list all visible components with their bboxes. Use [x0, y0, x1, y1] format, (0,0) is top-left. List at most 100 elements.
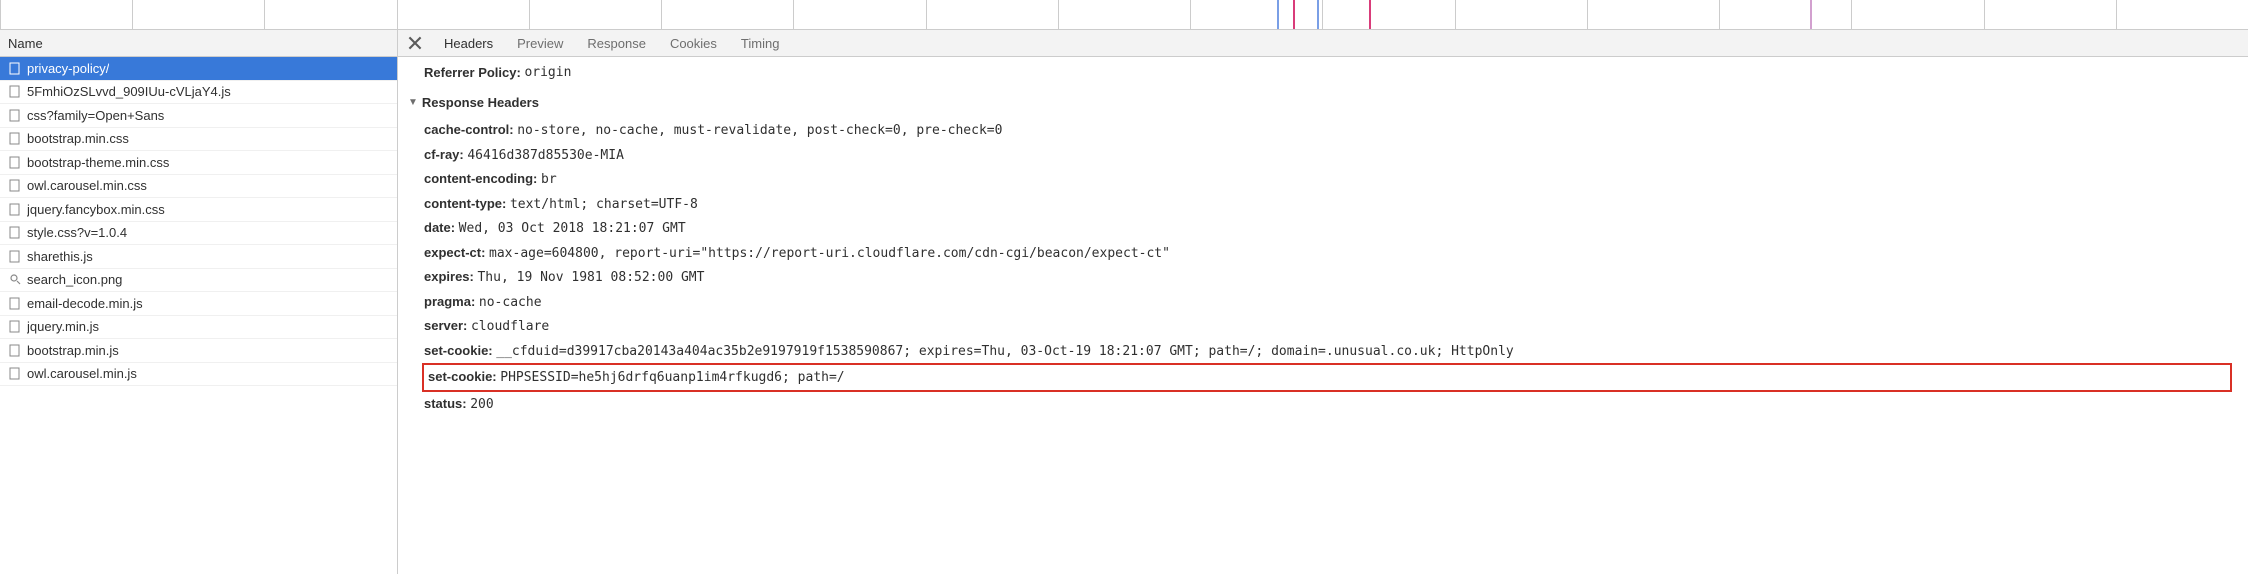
tab-response[interactable]: Response: [575, 30, 658, 56]
header-row: expires:Thu, 19 Nov 1981 08:52:00 GMT: [408, 265, 2232, 290]
timeline-cell: [793, 0, 925, 29]
header-value: br: [541, 168, 557, 192]
request-name: jquery.fancybox.min.css: [27, 202, 165, 217]
timeline-cell: [1587, 0, 1719, 29]
request-name: 5FmhiOzSLvvd_909IUu-cVLjaY4.js: [27, 84, 231, 99]
header-key: cf-ray:: [424, 143, 464, 167]
header-row: status:200: [408, 392, 2232, 417]
document-file-icon: [8, 250, 21, 263]
request-name: css?family=Open+Sans: [27, 108, 164, 123]
header-key: Referrer Policy:: [424, 61, 521, 85]
request-list[interactable]: privacy-policy/5FmhiOzSLvvd_909IUu-cVLja…: [0, 57, 397, 574]
highlighted-row: set-cookie: PHPSESSID=he5hj6drfq6uanp1im…: [422, 363, 2232, 392]
request-row[interactable]: owl.carousel.min.css: [0, 175, 397, 199]
headers-content[interactable]: Referrer Policy: origin ▼ Response Heade…: [398, 57, 2248, 574]
request-row[interactable]: bootstrap.min.js: [0, 339, 397, 363]
header-value: 46416d387d85530e-MIA: [467, 144, 624, 168]
timeline-mark: [1277, 0, 1279, 29]
tab-preview[interactable]: Preview: [505, 30, 575, 56]
header-key: set-cookie:: [428, 365, 497, 389]
header-row: content-encoding:br: [408, 167, 2232, 192]
header-value: Thu, 19 Nov 1981 08:52:00 GMT: [477, 266, 704, 290]
document-file-icon: [8, 179, 21, 192]
tab-cookies[interactable]: Cookies: [658, 30, 729, 56]
timeline-cell: [1851, 0, 1983, 29]
header-key: content-type:: [424, 192, 506, 216]
image-file-icon: [8, 273, 21, 286]
tab-headers[interactable]: Headers: [432, 30, 505, 56]
timeline-cell: [1984, 0, 2116, 29]
timeline-cell: [1190, 0, 1322, 29]
request-row[interactable]: owl.carousel.min.js: [0, 363, 397, 387]
request-name: style.css?v=1.0.4: [27, 225, 127, 240]
document-file-icon: [8, 320, 21, 333]
close-icon[interactable]: [408, 36, 422, 50]
header-value: text/html; charset=UTF-8: [510, 193, 698, 217]
request-row[interactable]: email-decode.min.js: [0, 292, 397, 316]
timeline-mark: [1369, 0, 1371, 29]
header-row: Referrer Policy: origin: [408, 61, 2232, 85]
disclosure-triangle-icon: ▼: [408, 91, 418, 115]
document-file-icon: [8, 132, 21, 145]
header-key: server:: [424, 314, 467, 338]
header-row: date:Wed, 03 Oct 2018 18:21:07 GMT: [408, 216, 2232, 241]
detail-tabs: HeadersPreviewResponseCookiesTiming: [398, 30, 2248, 57]
section-title: Response Headers: [422, 91, 539, 115]
document-file-icon: [8, 156, 21, 169]
header-row: cf-ray:46416d387d85530e-MIA: [408, 143, 2232, 168]
request-row[interactable]: search_icon.png: [0, 269, 397, 293]
request-row[interactable]: jquery.fancybox.min.css: [0, 198, 397, 222]
request-row[interactable]: bootstrap.min.css: [0, 128, 397, 152]
timeline-mark: [1810, 0, 1812, 29]
header-key: pragma:: [424, 290, 475, 314]
header-key: status:: [424, 392, 467, 416]
request-row[interactable]: privacy-policy/: [0, 57, 397, 81]
request-name: bootstrap.min.css: [27, 131, 129, 146]
timeline-cell: [1719, 0, 1851, 29]
timeline-cell: [0, 0, 132, 29]
header-row: expect-ct:max-age=604800, report-uri="ht…: [408, 241, 2232, 266]
header-key: date:: [424, 216, 455, 240]
header-key: expect-ct:: [424, 241, 485, 265]
response-headers-section[interactable]: ▼ Response Headers: [408, 91, 2232, 115]
header-row: set-cookie:__cfduid=d39917cba20143a404ac…: [408, 339, 2232, 364]
header-value: no-store, no-cache, must-revalidate, pos…: [517, 119, 1002, 143]
timeline-cell: [132, 0, 264, 29]
timeline-cell: [397, 0, 529, 29]
header-key: set-cookie:: [424, 339, 493, 363]
request-name: owl.carousel.min.css: [27, 178, 147, 193]
request-name: jquery.min.js: [27, 319, 99, 334]
timeline[interactable]: [0, 0, 2248, 30]
document-file-icon: [8, 226, 21, 239]
name-column-header[interactable]: Name: [0, 30, 397, 57]
tab-timing[interactable]: Timing: [729, 30, 792, 56]
timeline-cell: [264, 0, 396, 29]
header-key: cache-control:: [424, 118, 514, 142]
timeline-cell: [1322, 0, 1454, 29]
request-row[interactable]: jquery.min.js: [0, 316, 397, 340]
document-file-icon: [8, 344, 21, 357]
document-file-icon: [8, 62, 21, 75]
request-row[interactable]: 5FmhiOzSLvvd_909IUu-cVLjaY4.js: [0, 81, 397, 105]
document-file-icon: [8, 109, 21, 122]
request-name: owl.carousel.min.js: [27, 366, 137, 381]
header-key: content-encoding:: [424, 167, 537, 191]
request-name: sharethis.js: [27, 249, 93, 264]
header-row: pragma:no-cache: [408, 290, 2232, 315]
header-value: no-cache: [479, 291, 542, 315]
timeline-cell: [1058, 0, 1190, 29]
timeline-cell: [926, 0, 1058, 29]
request-row[interactable]: bootstrap-theme.min.css: [0, 151, 397, 175]
timeline-cell: [1455, 0, 1587, 29]
timeline-cell: [2116, 0, 2248, 29]
header-value: 200: [470, 393, 493, 417]
request-name: bootstrap-theme.min.css: [27, 155, 169, 170]
header-row: cache-control:no-store, no-cache, must-r…: [408, 118, 2232, 143]
request-row[interactable]: css?family=Open+Sans: [0, 104, 397, 128]
request-row[interactable]: sharethis.js: [0, 245, 397, 269]
request-row[interactable]: style.css?v=1.0.4: [0, 222, 397, 246]
document-file-icon: [8, 297, 21, 310]
request-name: privacy-policy/: [27, 61, 109, 76]
timeline-mark: [1317, 0, 1319, 29]
details-panel: HeadersPreviewResponseCookiesTiming Refe…: [398, 30, 2248, 574]
